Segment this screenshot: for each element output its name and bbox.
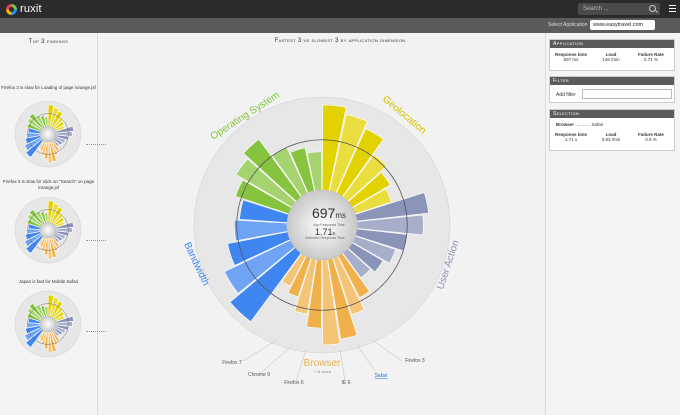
application-card: Application Response time 697 ms Load 146 … [549,39,675,71]
add-filter-label: Add filter [556,92,576,98]
browser-more-link[interactable]: + 31 more [313,369,332,374]
add-filter-input[interactable] [582,89,672,99]
app-failure-rate: Failure Rate 2.71 % [638,52,664,62]
selection-response-label: Selection Response Time [305,236,345,240]
segment-label-browser[interactable]: Browser [304,358,341,369]
application-card-title: Application [550,40,674,48]
filter-card: Filter Add filter [549,76,675,103]
selection-card-title: Selection [550,110,674,118]
selection-load: Load 0.93 /min [601,132,621,142]
app-load: Load 146 /min [602,52,620,62]
browser-label-firefox7[interactable]: Firefox 7 [222,360,242,366]
browser-label-firefox6[interactable]: Firefox 6 [284,380,304,386]
browser-label-firefox3[interactable]: Firefox 3 [405,358,425,364]
selection-criteria: Browser ............ Safari [556,122,604,127]
filter-card-title: Filter [550,77,674,85]
browser-label-safari[interactable]: Safari [374,373,387,379]
selection-card: Selection Browser ............ Safari Re… [549,109,675,151]
selection-failure-rate: Failure Rate 0.9 % [638,132,664,142]
browser-label-chrome9[interactable]: Chrome 9 [248,372,270,378]
browser-label-ie6[interactable]: IE 6 [342,380,351,386]
selection-response-time: Response time 1.71 s [554,132,587,142]
app-response-time: Response time 697 ms [554,52,587,62]
